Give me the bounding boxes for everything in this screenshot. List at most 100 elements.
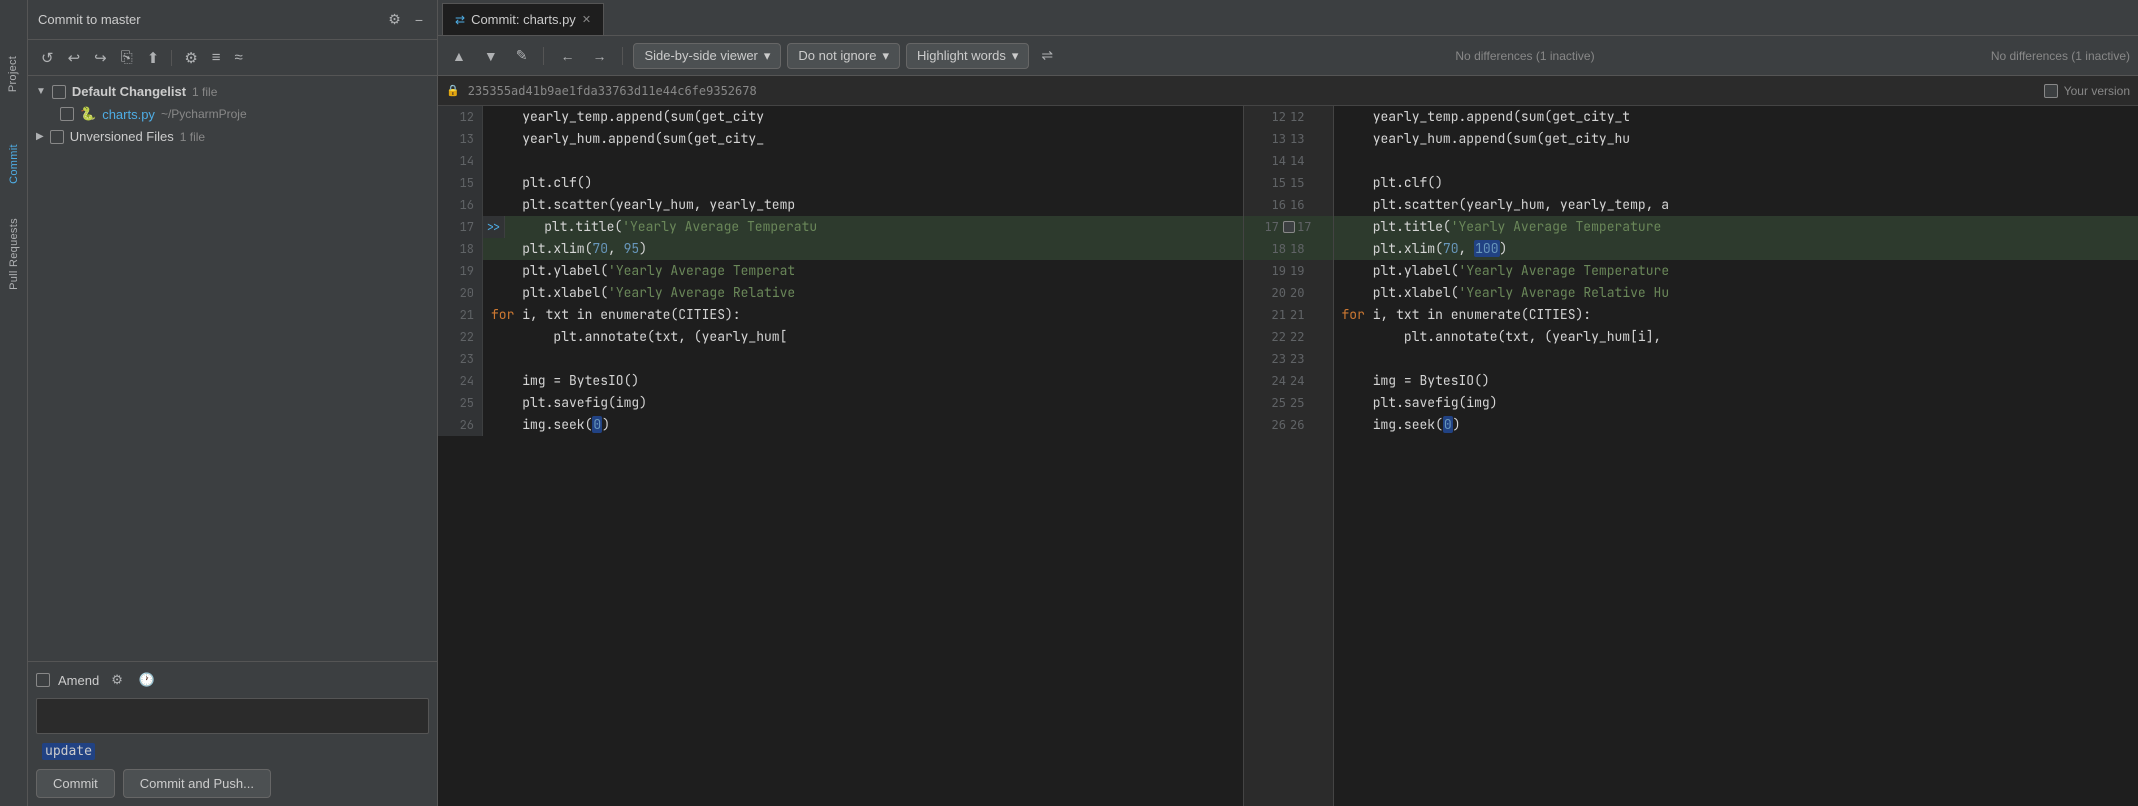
changelist-name: Default Changelist [72, 84, 186, 99]
nav-next-button[interactable]: → [586, 45, 612, 67]
amend-settings-button[interactable]: ⚙ [107, 670, 127, 690]
diff-line-15-left: 15 plt.clf() [438, 172, 1243, 194]
amend-history-button[interactable]: 🕐 [135, 670, 159, 690]
code-12-left: yearly_temp.append(sum(get_city [483, 106, 1243, 128]
panel-title: Commit to master [38, 12, 141, 27]
code-23-right [1334, 348, 2138, 370]
commit-hash: 235355ad41b9ae1fda33763d11e44c6fe9352678 [468, 84, 757, 98]
unversioned-checkbox[interactable] [50, 130, 64, 144]
python-file-icon: 🐍 [80, 106, 96, 122]
viewer-dropdown[interactable]: Side-by-side viewer ▾ [633, 43, 781, 69]
code-17-right: plt.title('Yearly Average Temperature [1334, 216, 2138, 238]
changelist-checkbox[interactable] [52, 85, 66, 99]
code-22-left: plt.annotate(txt, (yearly_hum[ [483, 326, 1243, 348]
center-nums-25: 2525 [1244, 392, 1333, 414]
center-nums-21: 2121 [1244, 304, 1333, 326]
diff-header-bar: 🔒 235355ad41b9ae1fda33763d11e44c6fe93526… [438, 76, 2138, 106]
diff-right-lines: yearly_temp.append(sum(get_city_t yearly… [1334, 106, 2138, 436]
code-24-right: img = BytesIO() [1334, 370, 2138, 392]
center-nums-24: 2424 [1244, 370, 1333, 392]
diff-line-23-right [1334, 348, 2138, 370]
ignore-dropdown[interactable]: Do not ignore ▾ [787, 43, 900, 69]
diff-button[interactable]: ⎘ [116, 46, 138, 69]
highlight-dropdown[interactable]: Highlight words ▾ [906, 43, 1029, 69]
file-checkbox[interactable] [60, 107, 74, 121]
move-to-changelist-button[interactable]: ↪ [89, 46, 112, 70]
diff-line-12-left: 12 yearly_temp.append(sum(get_city [438, 106, 1243, 128]
view-button[interactable]: ⚙ [179, 46, 202, 70]
commit-message-input[interactable] [36, 698, 429, 734]
diff-line-20-right: plt.xlabel('Yearly Average Relative Hu [1334, 282, 2138, 304]
edit-button[interactable]: ✎ [510, 44, 534, 67]
settings-diff-button[interactable]: ⇌ [1035, 44, 1059, 67]
center-nums-13: 1313 [1244, 128, 1333, 150]
diff-line-13-right: yearly_hum.append(sum(get_city_hu [1334, 128, 2138, 150]
nav-up-button[interactable]: ▲ [446, 45, 472, 67]
code-25-left: plt.savefig(img) [483, 392, 1243, 414]
sidebar-item-project[interactable]: Project [0, 34, 28, 114]
code-26-right: img.seek(0) [1334, 414, 2138, 436]
sidebar-item-pull-requests[interactable]: Pull Requests [0, 214, 28, 294]
code-14-left [483, 150, 1243, 172]
settings-button[interactable]: ⚙ [384, 9, 405, 30]
diff-line-22-left: 22 plt.annotate(txt, (yearly_hum[ [438, 326, 1243, 348]
diff-line-12-right: yearly_temp.append(sum(get_city_t [1334, 106, 2138, 128]
diff-line-21-left: 21 for i, txt in enumerate(CITIES): [438, 304, 1243, 326]
diff-toolbar-sep-1 [543, 47, 544, 65]
nav-down-button[interactable]: ▼ [478, 45, 504, 67]
gutter-20-left: 20 [438, 282, 483, 304]
center-nums-23: 2323 [1244, 348, 1333, 370]
highlight-dropdown-arrow: ▾ [1012, 48, 1019, 64]
minimize-button[interactable]: − [411, 10, 427, 30]
code-23-left [483, 348, 1243, 370]
code-22-right: plt.annotate(txt, (yearly_hum[i], [1334, 326, 2138, 348]
diff-left-pane: 12 yearly_temp.append(sum(get_city 13 ye… [438, 106, 1244, 806]
diff-right-pane: yearly_temp.append(sum(get_city_t yearly… [1334, 106, 2138, 806]
your-version-checkbox[interactable] [2044, 84, 2058, 98]
gutter-25-left: 25 [438, 392, 483, 414]
diff-line-17-right: plt.title('Yearly Average Temperature [1334, 216, 2138, 238]
code-25-right: plt.savefig(img) [1334, 392, 2138, 414]
file-item-charts[interactable]: 🐍 charts.py ~/PycharmProje [28, 103, 437, 125]
upload-button[interactable]: ⬆ [142, 46, 165, 70]
changelist-header[interactable]: ▼ Default Changelist 1 file [28, 80, 437, 103]
nav-prev-button[interactable]: ← [554, 45, 580, 67]
gutter-13-left: 13 [438, 128, 483, 150]
diff-line-22-right: plt.annotate(txt, (yearly_hum[i], [1334, 326, 2138, 348]
panel-actions: ⚙ − [384, 9, 427, 30]
arrow-col-17[interactable]: >> [483, 216, 505, 238]
sidebar-item-commit[interactable]: Commit [0, 124, 28, 204]
amend-checkbox[interactable] [36, 673, 50, 687]
diff-line-14-left: 14 [438, 150, 1243, 172]
diff-line-24-right: img = BytesIO() [1334, 370, 2138, 392]
code-16-left: plt.scatter(yearly_hum, yearly_temp [483, 194, 1243, 216]
diff-left-lines: 12 yearly_temp.append(sum(get_city 13 ye… [438, 106, 1243, 436]
diff-line-25-right: plt.savefig(img) [1334, 392, 2138, 414]
diff-content: 12 yearly_temp.append(sum(get_city 13 ye… [438, 106, 2138, 806]
gutter-17-left: 17 [438, 216, 483, 238]
gutter-16-left: 16 [438, 194, 483, 216]
center-nums-18: 1818 [1244, 238, 1333, 260]
diff-line-18-left: 18 plt.xlim(70, 95) [438, 238, 1243, 260]
commit-and-push-button[interactable]: Commit and Push... [123, 769, 271, 798]
gutter-22-left: 22 [438, 326, 483, 348]
center-gutter: 1212 1313 1414 1515 1616 1717 1818 1919 … [1244, 106, 1334, 806]
center-nums-12: 1212 [1244, 106, 1333, 128]
commit-button[interactable]: Commit [36, 769, 115, 798]
diff-line-24-left: 24 img = BytesIO() [438, 370, 1243, 392]
left-panel: Commit to master ⚙ − ↺ ↩ ↪ ⎘ ⬆ ⚙ ≡ ≈ ▼ D… [28, 0, 438, 806]
more-button[interactable]: ≈ [230, 46, 248, 69]
expand-button[interactable]: ≡ [207, 46, 226, 69]
diff-status-text: No differences (1 inactive) [1991, 49, 2130, 63]
diff-tab[interactable]: ⇄ Commit: charts.py ✕ [442, 3, 604, 35]
center-nums-15: 1515 [1244, 172, 1333, 194]
code-20-left: plt.xlabel('Yearly Average Relative [483, 282, 1243, 304]
main-area: ⇄ Commit: charts.py ✕ ▲ ▼ ✎ ← → Side-by-… [438, 0, 2138, 806]
unversioned-header[interactable]: ▶ Unversioned Files 1 file [28, 125, 437, 148]
commit-toolbar: ↺ ↩ ↪ ⎘ ⬆ ⚙ ≡ ≈ [28, 40, 437, 76]
diff-line-23-left: 23 [438, 348, 1243, 370]
diff-tab-close[interactable]: ✕ [582, 13, 591, 26]
undo-button[interactable]: ↩ [63, 46, 86, 70]
refresh-button[interactable]: ↺ [36, 46, 59, 70]
highlight-dropdown-label: Highlight words [917, 48, 1006, 63]
